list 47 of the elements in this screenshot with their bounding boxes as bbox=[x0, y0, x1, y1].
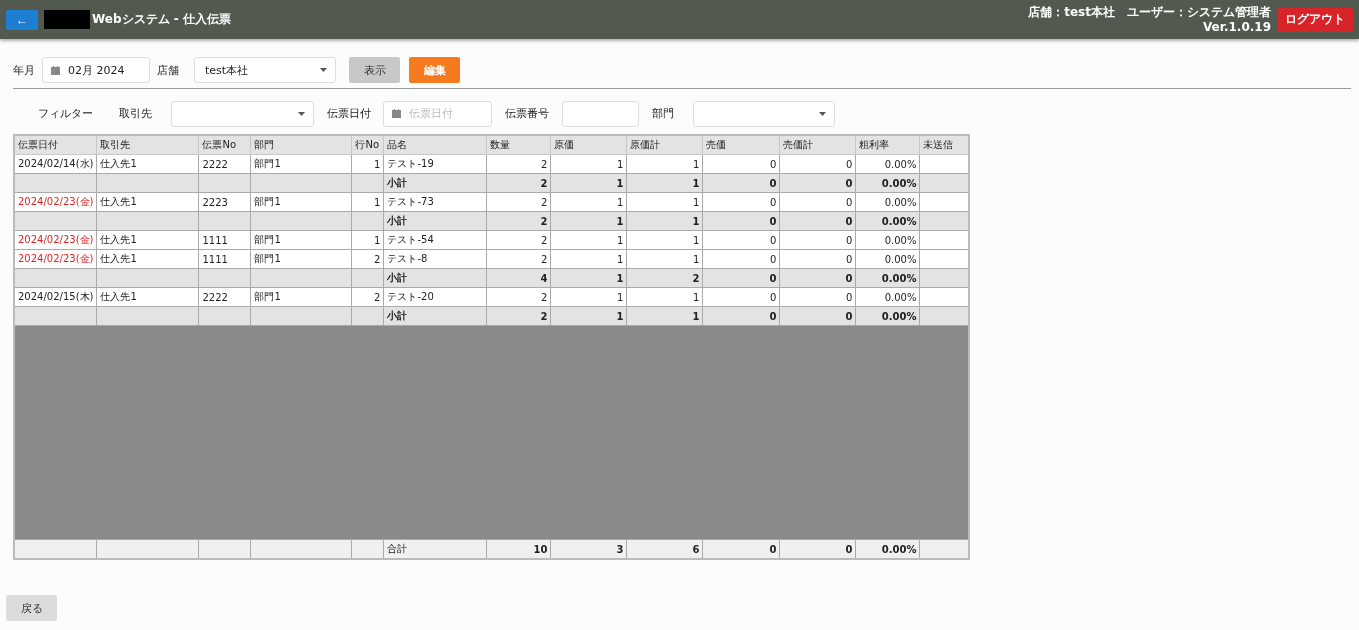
show-button[interactable]: 表示 bbox=[349, 57, 400, 83]
version-text: Ver.1.0.19 bbox=[1202, 20, 1271, 34]
column-header[interactable]: 売価計 bbox=[779, 135, 856, 155]
column-header[interactable]: 伝票No bbox=[198, 135, 251, 155]
column-header[interactable]: 品名 bbox=[383, 135, 487, 155]
slip-number-field[interactable] bbox=[562, 100, 639, 127]
store-value: test本社 bbox=[205, 62, 249, 78]
slip-date-placeholder: 伝票日付 bbox=[409, 106, 453, 121]
supplier-label: 取引先 bbox=[119, 106, 152, 121]
column-header[interactable]: 粗利率 bbox=[855, 135, 920, 155]
supplier-dropdown[interactable] bbox=[171, 100, 314, 127]
store-dropdown[interactable]: test本社 bbox=[194, 57, 336, 83]
caret-icon bbox=[298, 111, 305, 116]
logout-button[interactable]: ログアウト bbox=[1277, 7, 1353, 32]
store-label: 店舗 bbox=[157, 62, 179, 78]
table-cell: 2024/02/15(木) bbox=[14, 287, 97, 307]
column-header[interactable]: 原価 bbox=[550, 135, 627, 155]
table-cell: 2024/02/23(金) bbox=[14, 192, 97, 212]
page-title: Webシステム - 仕入伝票 bbox=[92, 11, 231, 28]
calendar-icon bbox=[51, 65, 60, 75]
column-header[interactable]: 原価計 bbox=[626, 135, 703, 155]
store-info: 店舗：test本社 bbox=[1028, 5, 1115, 19]
table-cell: 2024/02/23(金) bbox=[14, 249, 97, 269]
caret-icon bbox=[320, 68, 327, 72]
user-info: ユーザー：システム管理者 bbox=[1127, 5, 1271, 19]
department-label: 部門 bbox=[652, 106, 674, 121]
redacted-block bbox=[44, 10, 90, 29]
month-field[interactable]: 02月 2024 bbox=[42, 57, 150, 83]
column-header[interactable]: 行No bbox=[351, 135, 384, 155]
back-button[interactable]: 戻る bbox=[6, 595, 57, 621]
department-dropdown[interactable] bbox=[693, 100, 835, 127]
slip-date-label: 伝票日付 bbox=[327, 106, 371, 121]
column-header[interactable]: 伝票日付 bbox=[14, 135, 97, 155]
column-header[interactable]: 部門 bbox=[250, 135, 352, 155]
filter-label: フィルター bbox=[38, 106, 93, 121]
slip-number-label: 伝票番号 bbox=[505, 106, 549, 121]
caret-icon bbox=[819, 111, 826, 116]
month-value: 02月 2024 bbox=[68, 62, 125, 78]
back-button[interactable]: ← bbox=[6, 9, 38, 30]
calendar-icon bbox=[392, 109, 401, 118]
table-cell: 2024/02/23(金) bbox=[14, 230, 97, 250]
table-cell: 2024/02/14(水) bbox=[14, 154, 97, 174]
column-header[interactable]: 売価 bbox=[702, 135, 780, 155]
column-header[interactable]: 数量 bbox=[486, 135, 551, 155]
column-header[interactable]: 未送信 bbox=[919, 135, 969, 155]
column-header[interactable]: 取引先 bbox=[96, 135, 199, 155]
month-label: 年月 bbox=[13, 62, 35, 78]
